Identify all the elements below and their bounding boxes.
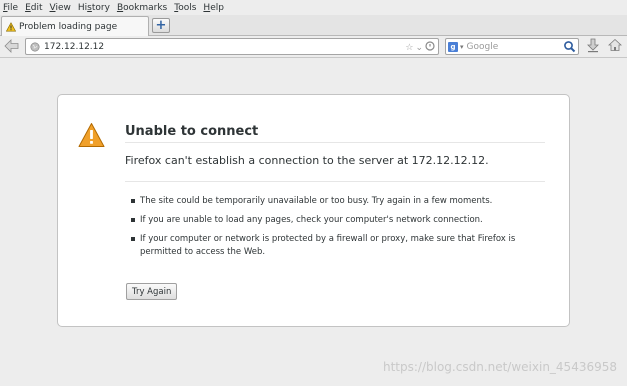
menu-bar: File Edit View History Bookmarks Tools H… (0, 0, 627, 15)
error-short-description: Firefox can't establish a connection to … (125, 154, 489, 167)
menu-help[interactable]: Help (203, 3, 224, 13)
new-tab-button[interactable]: + (152, 18, 170, 33)
search-bar[interactable]: g ▾ Google (445, 38, 579, 55)
try-again-button[interactable]: Try Again (126, 283, 178, 300)
tab-title: Problem loading page (19, 21, 118, 32)
list-item: The site could be temporarily unavailabl… (131, 195, 531, 208)
url-text: 172.12.12.12 (44, 41, 105, 52)
error-title: Unable to connect (125, 124, 259, 139)
divider (125, 142, 545, 143)
page-content: Unable to connect Firefox can't establis… (0, 59, 627, 386)
download-icon (586, 38, 600, 56)
search-engine-icon[interactable]: g (448, 41, 458, 52)
error-panel: Unable to connect Firefox can't establis… (57, 94, 570, 327)
navigation-bar: 172.12.12.12 ☆ ⌄ g ▾ Google (0, 36, 627, 58)
globe-icon (30, 42, 40, 52)
menu-tools[interactable]: Tools (174, 3, 196, 13)
error-suggestions: The site could be temporarily unavailabl… (131, 195, 531, 265)
tab-problem-loading[interactable]: Problem loading page (1, 16, 149, 36)
download-button[interactable] (585, 38, 601, 55)
magnifier-icon[interactable] (563, 40, 576, 53)
home-button[interactable] (607, 38, 623, 55)
home-icon (607, 38, 623, 55)
bullet (131, 218, 135, 222)
url-bar[interactable]: 172.12.12.12 ☆ ⌄ (25, 38, 439, 55)
search-placeholder: Google (466, 41, 499, 52)
menu-edit[interactable]: Edit (25, 3, 42, 13)
bullet (131, 199, 135, 203)
menu-file[interactable]: File (3, 3, 18, 13)
star-icon[interactable]: ☆ (405, 43, 413, 53)
dropdown-icon[interactable]: ⌄ (415, 43, 423, 53)
menu-bookmarks[interactable]: Bookmarks (117, 3, 167, 13)
warning-icon (6, 21, 16, 32)
engine-dropdown-icon[interactable]: ▾ (460, 43, 464, 51)
tab-strip: Problem loading page + (0, 15, 627, 36)
url-controls: ☆ ⌄ (405, 41, 435, 54)
menu-view[interactable]: View (50, 3, 71, 13)
list-item: If you are unable to load any pages, che… (131, 214, 531, 227)
divider (125, 181, 545, 182)
reload-icon[interactable] (425, 41, 435, 54)
menu-history[interactable]: History (78, 3, 110, 13)
bullet (131, 237, 135, 241)
watermark: https://blog.csdn.net/weixin_45436958 (382, 360, 617, 374)
list-item: If your computer or network is protected… (131, 233, 531, 259)
back-button[interactable] (3, 38, 21, 56)
warning-icon (78, 122, 105, 148)
back-icon (4, 38, 20, 56)
